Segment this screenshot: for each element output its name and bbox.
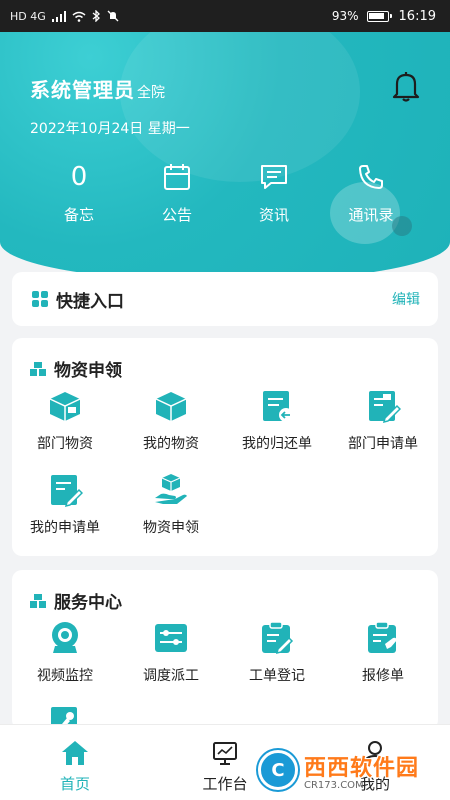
item-label: 我的物资	[143, 436, 199, 452]
item-department-supplies[interactable]: 部门物资	[12, 388, 118, 453]
memo-label: 备忘	[63, 206, 94, 224]
tab-workbench[interactable]: 工作台	[180, 739, 270, 794]
service-header: 服务中心	[30, 588, 122, 613]
watermark-logo: C	[258, 750, 298, 790]
home-icon	[62, 741, 88, 765]
status-left: HD 4G	[10, 10, 119, 23]
dispatch-icon	[155, 624, 187, 652]
tab-home[interactable]: 首页	[30, 739, 120, 794]
clock: 16:19	[398, 8, 436, 24]
monitor-icon	[213, 742, 237, 765]
user-name: 系统管理员	[30, 78, 135, 102]
item-supplies-request[interactable]: 物资申领	[118, 472, 224, 537]
supplies-header: 物资申领	[30, 356, 122, 381]
item-label: 视频监控	[37, 668, 93, 684]
blocks-icon	[30, 361, 46, 376]
stats-row: 0 备忘 公告 资讯 通讯录	[0, 160, 450, 240]
quick-entry-card: 快捷入口 编辑	[12, 272, 438, 326]
return-form-icon	[263, 391, 293, 422]
stat-contacts[interactable]: 通讯录	[326, 160, 416, 225]
supplies-title: 物资申领	[54, 361, 122, 381]
stat-memo[interactable]: 0 备忘	[34, 160, 124, 225]
item-department-application[interactable]: 部门申请单	[330, 388, 436, 453]
work-order-icon	[262, 621, 294, 655]
battery-percent: 93%	[331, 9, 359, 23]
stat-announcement[interactable]: 公告	[132, 160, 222, 225]
service-card: 服务中心 视频监控 调度派工 工单登记 报修单	[12, 570, 438, 730]
item-label: 部门申请单	[348, 436, 418, 452]
calendar-icon	[162, 160, 192, 194]
item-my-return-form[interactable]: 我的归还单	[224, 388, 330, 453]
watermark-text: 西西软件园 CR173.COM	[304, 750, 419, 791]
item-label: 报修单	[362, 668, 404, 684]
profile-header: 系统管理员 全院 2022年10月24日 星期一 0 备忘 公告 资讯 通讯录	[0, 32, 450, 282]
battery-icon	[366, 10, 392, 22]
watermark-sub: CR173.COM	[304, 779, 364, 791]
bell-icon[interactable]	[392, 70, 420, 102]
announcement-label: 公告	[161, 206, 192, 224]
watermark: C 西西软件园 CR173.COM	[258, 748, 438, 792]
signal-icon	[51, 10, 66, 22]
contacts-label: 通讯录	[348, 206, 394, 224]
network-indicator: HD 4G	[10, 9, 46, 23]
status-bar: HD 4G 93% 16:19	[0, 0, 450, 32]
user-scope: 全院	[137, 85, 165, 101]
message-icon	[259, 160, 289, 194]
stat-news[interactable]: 资讯	[229, 160, 319, 225]
tab-label: 首页	[59, 775, 90, 793]
user-line: 系统管理员 全院	[30, 74, 165, 103]
hand-box-icon	[155, 474, 187, 504]
watermark-main: 西西软件园	[304, 755, 420, 781]
repair-form-icon	[368, 621, 397, 653]
box-icon	[155, 392, 187, 421]
news-label: 资讯	[258, 206, 289, 224]
item-my-supplies[interactable]: 我的物资	[118, 388, 224, 453]
quick-entry-title: 快捷入口	[56, 291, 124, 312]
application-form-icon	[51, 475, 83, 508]
item-my-application[interactable]: 我的申请单	[12, 472, 118, 537]
department-box-icon	[49, 392, 81, 421]
wifi-icon	[72, 11, 86, 22]
service-title: 服务中心	[54, 593, 122, 613]
item-label: 工单登记	[249, 668, 305, 684]
date-text: 2022年10月24日 星期一	[30, 121, 190, 137]
memo-count: 0	[70, 162, 88, 192]
item-label: 我的归还单	[242, 436, 312, 452]
phone-icon	[356, 160, 386, 194]
blocks-icon	[30, 593, 46, 608]
mute-icon	[107, 10, 119, 22]
grid-icon	[32, 291, 48, 307]
status-right: 93% 16:19	[332, 9, 436, 24]
camera-icon	[52, 622, 78, 653]
item-label: 物资申领	[143, 520, 199, 536]
item-dispatch[interactable]: 调度派工	[118, 620, 224, 685]
item-label: 我的申请单	[30, 520, 100, 536]
edit-button[interactable]: 编辑	[392, 289, 420, 309]
department-form-icon	[369, 391, 401, 424]
item-repair-form[interactable]: 报修单	[330, 620, 436, 685]
supplies-card: 物资申领 部门物资 我的物资 我的归还单 部门申请单 我的申请单 物资申领	[12, 338, 438, 556]
item-label: 调度派工	[143, 668, 199, 684]
bluetooth-icon	[92, 10, 100, 22]
item-work-order[interactable]: 工单登记	[224, 620, 330, 685]
tab-label: 工作台	[202, 775, 248, 793]
item-video-monitor[interactable]: 视频监控	[12, 620, 118, 685]
item-label: 部门物资	[37, 436, 93, 452]
